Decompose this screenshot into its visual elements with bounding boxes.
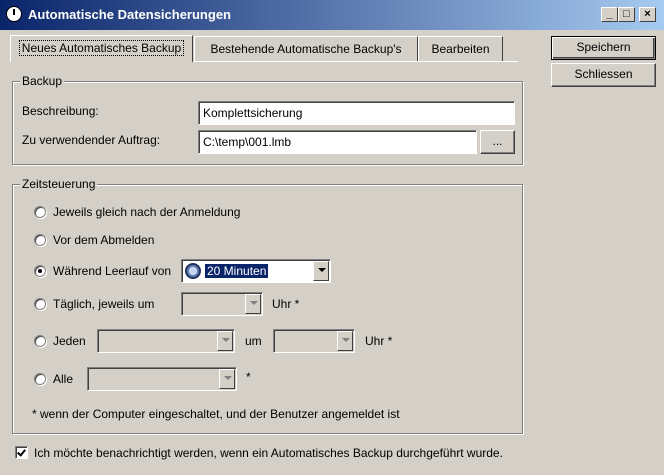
- every-uhr-label: Uhr *: [365, 334, 393, 348]
- all-star-label: *: [246, 370, 251, 384]
- close-button[interactable]: ×: [639, 7, 656, 22]
- radio-daily[interactable]: [34, 298, 46, 310]
- radio-all[interactable]: [34, 373, 46, 385]
- every-um-label: um: [245, 334, 262, 348]
- backup-legend: Backup: [20, 74, 65, 88]
- browse-button[interactable]: ...: [480, 130, 515, 154]
- schedule-legend: Zeitsteuerung: [20, 177, 98, 191]
- save-button[interactable]: Speichern: [551, 36, 656, 60]
- chevron-down-icon[interactable]: [219, 369, 235, 389]
- chevron-down-icon[interactable]: [313, 261, 329, 281]
- radio-after-login[interactable]: [34, 206, 46, 218]
- schedule-footnote: * wenn der Computer eingeschaltet, und d…: [32, 407, 400, 421]
- tab-edit[interactable]: Bearbeiten: [418, 36, 503, 61]
- tab-new-backup[interactable]: Neues Automatisches Backup: [10, 35, 193, 62]
- radio-idle[interactable]: [34, 265, 46, 277]
- all-label: Alle: [53, 372, 74, 386]
- radio-every[interactable]: [34, 335, 46, 347]
- window-title: Automatische Datensicherungen: [28, 7, 231, 22]
- idle-duration-select[interactable]: 20 Minuten: [181, 259, 331, 283]
- description-label: Beschreibung:: [22, 104, 99, 118]
- every-label: Jeden: [53, 334, 86, 348]
- after-login-label: Jeweils gleich nach der Anmeldung: [53, 205, 241, 219]
- tab-existing-backups-label: Bestehende Automatische Backup's: [210, 42, 402, 56]
- tab-new-backup-label: Neues Automatisches Backup: [18, 40, 185, 56]
- job-input[interactable]: [198, 130, 477, 154]
- title-bar: Automatische Datensicherungen _ □ ×: [0, 0, 664, 30]
- tab-existing-backups[interactable]: Bestehende Automatische Backup's: [194, 36, 418, 61]
- maximize-button[interactable]: □: [618, 7, 635, 22]
- clock-icon: [185, 263, 201, 279]
- close-dialog-button[interactable]: Schliessen: [551, 63, 656, 87]
- chevron-down-icon[interactable]: [217, 331, 233, 351]
- every-time-select[interactable]: [273, 329, 355, 353]
- daily-label: Täglich, jeweils um: [53, 297, 155, 311]
- every-day-select[interactable]: [97, 329, 235, 353]
- tab-edit-label: Bearbeiten: [431, 42, 490, 56]
- chevron-down-icon[interactable]: [245, 294, 261, 314]
- daily-uhr-label: Uhr *: [272, 297, 300, 311]
- notify-label: Ich möchte benachrichtigt werden, wenn e…: [34, 446, 503, 460]
- chevron-down-icon[interactable]: [337, 331, 353, 351]
- notify-checkbox[interactable]: [15, 446, 28, 459]
- minimize-button[interactable]: _: [601, 7, 618, 22]
- all-interval-select[interactable]: [87, 367, 237, 391]
- radio-before-logout[interactable]: [34, 234, 46, 246]
- daily-time-select[interactable]: [181, 292, 263, 316]
- clock-app-icon: [6, 6, 22, 22]
- description-input[interactable]: [198, 101, 515, 125]
- job-label: Zu verwendender Auftrag:: [22, 133, 161, 147]
- idle-label: Während Leerlauf von: [53, 264, 172, 278]
- before-logout-label: Vor dem Abmelden: [53, 233, 155, 247]
- idle-duration-value: 20 Minuten: [205, 264, 269, 278]
